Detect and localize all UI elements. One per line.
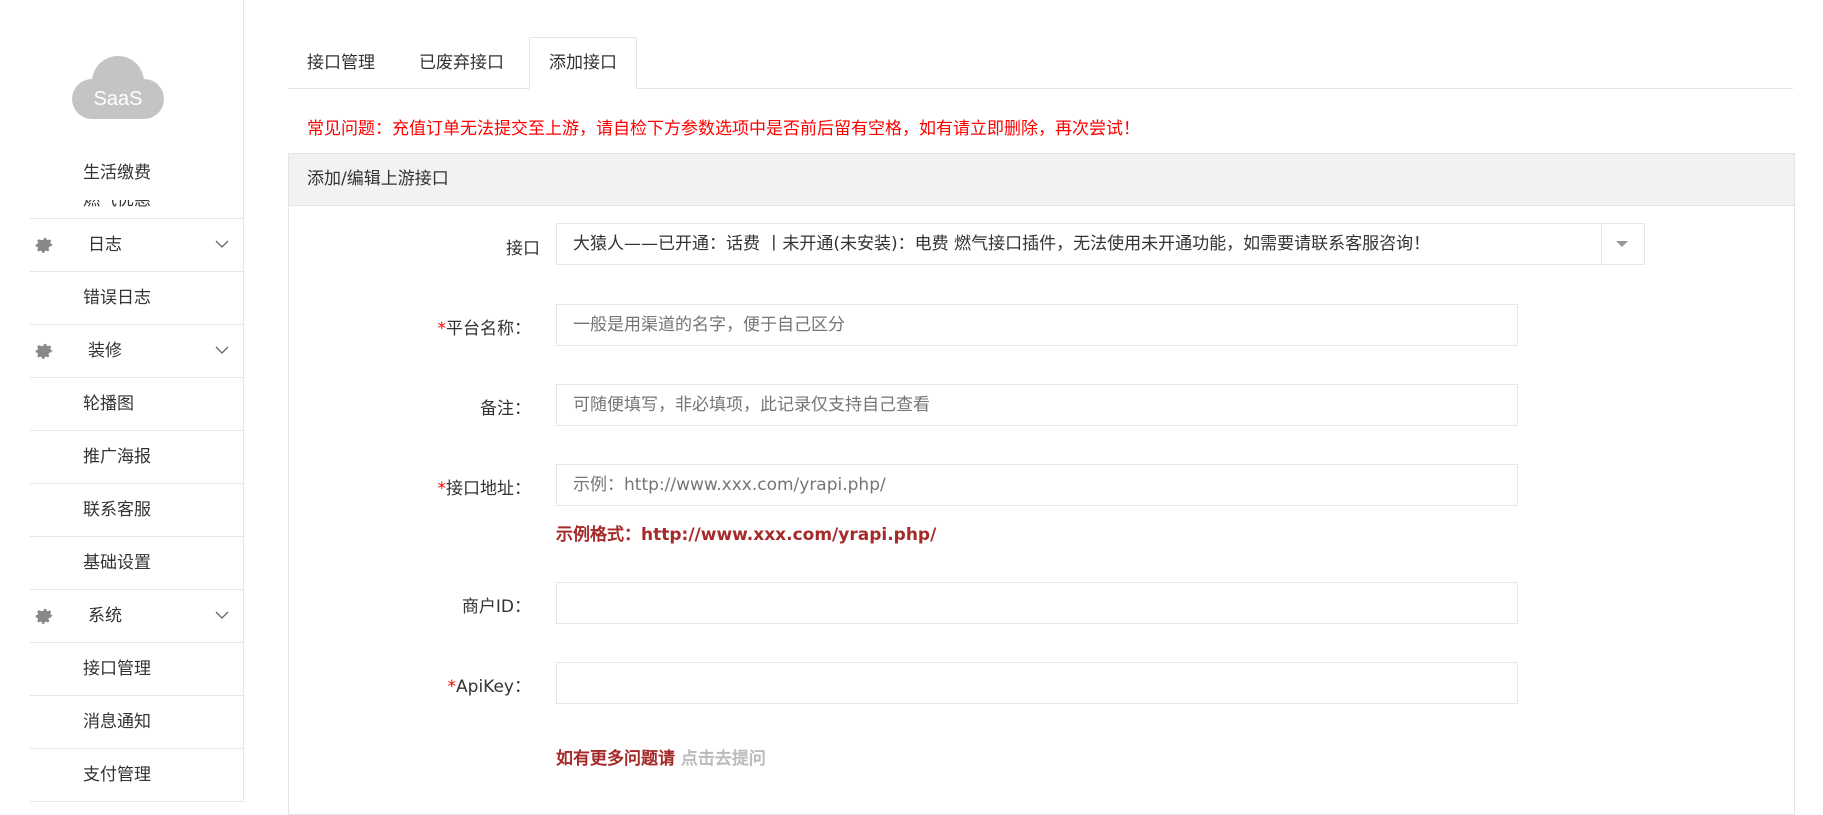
interface-select-value: 大猿人——已开通：话费 丨未开通(未安装)：电费 燃气接口插件，无法使用未开通功… [573,234,1431,254]
merchant-id-label: 商户ID： [461,597,531,617]
main-area: 接口管理 已废弃接口 添加接口 [288,0,1793,89]
apikey-label: *ApiKey： [447,677,531,697]
gear-icon [35,608,53,624]
sidebar-item-promo-poster[interactable]: 推广海报 [30,431,243,484]
tab-deprecated-interfaces[interactable]: 已废弃接口 [400,38,523,88]
logo-text: SaaS [93,88,143,110]
help-prefix: 如有更多问题请 [556,749,675,769]
sidebar-item-utility-payment[interactable]: 生活缴费 [30,146,243,200]
sidebar-group-decoration[interactable]: 装修 [30,325,243,378]
chevron-down-icon [215,611,229,619]
api-url-input[interactable] [556,464,1518,506]
remark-input[interactable] [556,384,1518,426]
platform-name-label: *平台名称： [437,319,532,339]
chevron-down-icon [215,240,229,248]
remark-label: 备注： [480,399,531,419]
panel-title: 添加/编辑上游接口 [289,154,1794,206]
sidebar-item-clipped[interactable]: 燃气优惠 [30,200,243,219]
sidebar-group-system[interactable]: 系统 [30,590,243,643]
tab-interface-management[interactable]: 接口管理 [288,38,394,88]
help-text: 如有更多问题请 点击去提问 [556,744,766,769]
sidebar-item-basic-settings[interactable]: 基础设置 [30,537,243,590]
sidebar-item-interface-management[interactable]: 接口管理 [30,643,243,696]
notice-text: 常见问题：充值订单无法提交至上游，请自检下方参数选项中是否前后留有空格，如有请立… [307,119,1140,139]
sidebar-item-carousel[interactable]: 轮播图 [30,378,243,431]
interface-select[interactable]: 大猿人——已开通：话费 丨未开通(未安装)：电费 燃气接口插件，无法使用未开通功… [556,223,1645,265]
merchant-id-input[interactable] [556,582,1518,624]
sidebar-menu: 生活缴费 燃气优惠 日志 错误日志 装修 轮播图 推广海报 联系客服 基础设置 … [30,146,243,802]
sidebar-item-payment-management[interactable]: 支付管理 [30,749,243,802]
interface-label: 接口 [506,239,540,259]
api-url-example-hint: 示例格式：http://www.xxx.com/yrapi.php/ [556,525,937,545]
tab-bar: 接口管理 已废弃接口 添加接口 [288,0,1793,89]
saas-cloud-logo: SaaS [70,52,166,122]
gear-icon [35,343,53,359]
sidebar-item-error-log[interactable]: 错误日志 [30,272,243,325]
chevron-down-icon [215,346,229,354]
ask-question-link[interactable]: 点击去提问 [681,749,766,769]
sidebar-item-message-notify[interactable]: 消息通知 [30,696,243,749]
sidebar: SaaS 生活缴费 燃气优惠 日志 错误日志 装修 轮播图 推广海报 联系客服 … [0,0,244,802]
sidebar-item-contact-service[interactable]: 联系客服 [30,484,243,537]
gear-icon [35,237,53,253]
api-url-label: *接口地址： [437,479,532,499]
sidebar-group-logs[interactable]: 日志 [30,219,243,272]
tab-add-interface[interactable]: 添加接口 [529,37,637,89]
apikey-input[interactable] [556,662,1518,704]
platform-name-input[interactable] [556,304,1518,346]
dropdown-arrow-icon[interactable] [1601,224,1644,264]
